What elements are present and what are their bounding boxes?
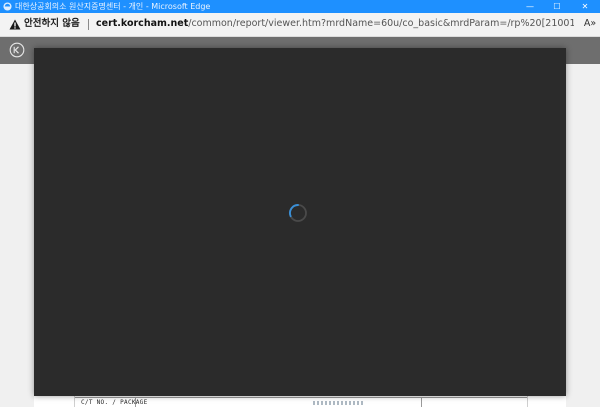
close-button[interactable]: ✕ (575, 0, 595, 13)
maximize-button[interactable]: ☐ (547, 0, 567, 13)
viewer-margin-right (566, 64, 600, 407)
page-content: C/T NO. / PACKAGE (0, 37, 600, 407)
address-bar[interactable]: 안전하지 않음 cert.korcham.net/common/report/v… (0, 13, 600, 37)
minimize-button[interactable]: — (520, 0, 540, 13)
url-path: /common/report/viewer.htm?mrdName=60u/co… (188, 18, 574, 29)
back-arrow-icon[interactable] (9, 42, 25, 58)
document-column-line (421, 398, 422, 407)
address-separator (88, 19, 89, 30)
warning-icon[interactable] (9, 19, 21, 30)
browser-window: 대한상공회의소 원산지증명센터 - 개인 - Microsoft Edge — … (0, 0, 600, 407)
url-host: cert.korcham.net (96, 18, 189, 29)
read-aloud-button[interactable]: A» (582, 17, 598, 31)
window-title: 대한상공회의소 원산지증명센터 - 개인 - Microsoft Edge (15, 2, 211, 11)
edge-icon (3, 2, 12, 11)
viewer-margin-left (0, 64, 34, 407)
document-rule (75, 397, 527, 398)
spinner-icon (289, 204, 307, 222)
loading-overlay (34, 48, 566, 396)
document-faded-text (313, 401, 363, 405)
document-text-line: C/T NO. / PACKAGE (81, 399, 148, 406)
url-field[interactable]: cert.korcham.net/common/report/viewer.ht… (96, 17, 574, 31)
title-bar[interactable]: 대한상공회의소 원산지증명센터 - 개인 - Microsoft Edge — … (0, 0, 600, 13)
security-status-label[interactable]: 안전하지 않음 (24, 17, 80, 31)
